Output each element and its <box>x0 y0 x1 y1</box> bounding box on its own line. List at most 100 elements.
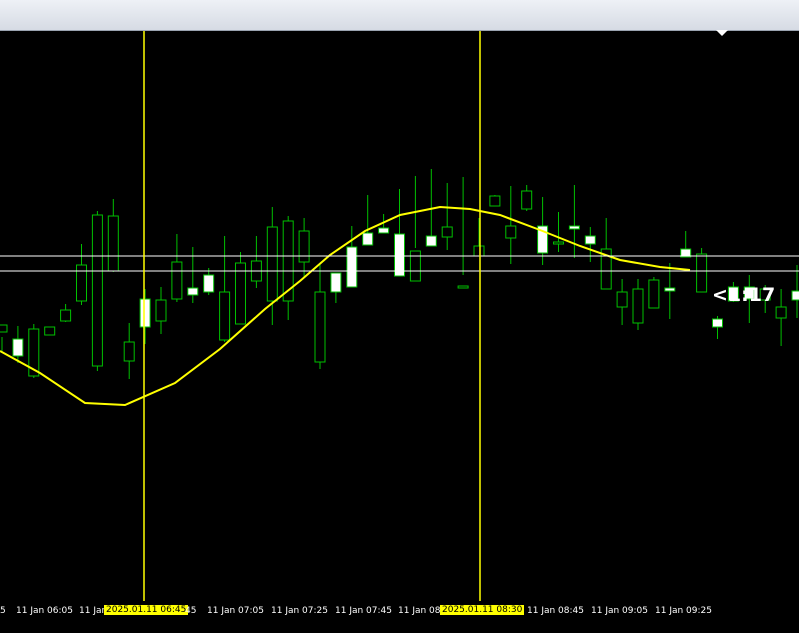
candle-body <box>489 195 501 207</box>
candle <box>473 218 485 257</box>
candle <box>568 185 580 258</box>
candle <box>107 199 119 272</box>
candle-body <box>616 291 628 308</box>
candle-body <box>521 190 533 210</box>
candle <box>648 277 660 309</box>
crosshair-time-label: 2025.01.11 06:45 <box>104 605 189 615</box>
candle-body <box>791 290 799 301</box>
crosshair-layer <box>143 31 481 601</box>
candle <box>712 316 723 339</box>
x-tick: 11 Jan 09:05 <box>591 606 648 616</box>
candle <box>60 304 72 322</box>
candles-layer <box>0 169 799 379</box>
x-tick: 11 Jan 07:45 <box>335 606 392 616</box>
candle <box>187 247 199 303</box>
candle-body <box>91 214 103 367</box>
candle <box>791 265 799 318</box>
candle <box>394 189 405 277</box>
candle-body <box>362 232 374 246</box>
candle-body <box>155 299 167 322</box>
candle <box>250 236 262 288</box>
candle <box>632 279 644 330</box>
candle <box>44 326 56 336</box>
candle <box>505 186 517 264</box>
x-tick: 11 Jan 09:25 <box>655 606 712 616</box>
candle-body <box>712 318 723 328</box>
candle-body <box>441 226 453 238</box>
candle <box>282 216 294 320</box>
candle <box>489 195 501 207</box>
candle <box>123 323 135 379</box>
candle <box>155 287 167 334</box>
candle <box>139 289 151 344</box>
candle <box>171 234 183 302</box>
candle <box>521 185 533 211</box>
candle-body <box>664 287 676 292</box>
price-chart[interactable] <box>0 31 799 601</box>
candle <box>76 244 87 305</box>
candle <box>409 176 421 282</box>
candle-body <box>187 287 199 296</box>
candle-body <box>505 225 517 239</box>
candle-body <box>123 341 135 362</box>
candle-body <box>219 291 231 341</box>
candle-body <box>648 279 660 309</box>
candle-body <box>632 288 644 324</box>
candle <box>584 227 596 262</box>
candle-body <box>235 262 246 325</box>
candle-body <box>44 326 56 336</box>
candle <box>266 207 278 325</box>
candle-body <box>775 306 787 319</box>
bar-countdown-label: <1:17 <box>712 284 776 306</box>
candle <box>696 248 708 293</box>
candle-body <box>60 309 72 322</box>
candle-body <box>282 220 294 302</box>
candle <box>203 268 215 295</box>
candle-body <box>76 264 87 302</box>
candle-body <box>330 272 342 293</box>
candle-body <box>378 227 390 234</box>
candle <box>775 289 787 346</box>
candle-body <box>568 225 580 230</box>
candle <box>314 263 326 369</box>
x-tick: 11 Jan <box>79 606 108 616</box>
candle-body <box>139 298 151 328</box>
window-top-bar <box>0 0 799 31</box>
candle-body <box>425 235 437 247</box>
candle <box>0 324 8 351</box>
candle-body <box>553 241 564 245</box>
crosshair-time-label: 2025.01.11 08:30 <box>440 605 525 615</box>
candle-body <box>457 285 469 289</box>
candle-body <box>171 261 183 300</box>
candle-body <box>346 246 358 288</box>
candle-body <box>266 226 278 302</box>
candle-body <box>107 215 119 272</box>
candle-body <box>314 291 326 363</box>
candle-body <box>394 233 405 277</box>
x-tick: 11 Jan 06:05 <box>16 606 73 616</box>
x-tick: 45 <box>185 606 197 616</box>
candle-body <box>473 245 485 257</box>
candle <box>680 231 692 258</box>
x-tick: 11 Jan 07:25 <box>271 606 328 616</box>
x-tick: 11 Jan 07:05 <box>207 606 264 616</box>
candle <box>441 183 453 250</box>
candle <box>616 279 628 325</box>
candle <box>91 211 103 371</box>
candle <box>219 236 231 342</box>
candle-body <box>203 274 215 293</box>
candle <box>553 212 564 252</box>
candle-body <box>696 253 708 293</box>
candle-body <box>584 235 596 245</box>
x-tick: 11 Jan 08 <box>398 606 441 616</box>
candle-body <box>298 230 310 263</box>
candle <box>12 326 24 363</box>
candle-body <box>12 338 24 357</box>
x-tick: 11 Jan 08:45 <box>527 606 584 616</box>
x-tick: 5 <box>0 606 6 616</box>
candle <box>235 252 246 325</box>
time-axis: 5 11 Jan 06:05 11 Jan 2025.01.11 06:45 4… <box>0 601 799 633</box>
candle-body <box>0 324 8 333</box>
candle <box>330 272 342 303</box>
candle <box>298 218 310 277</box>
